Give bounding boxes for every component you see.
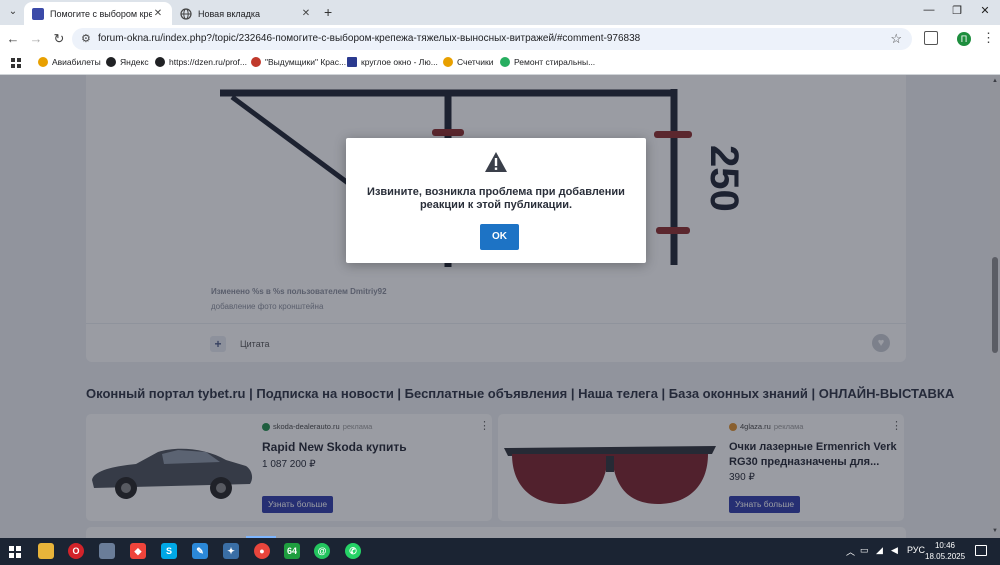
- notifications-icon[interactable]: [975, 545, 987, 556]
- photos-icon[interactable]: [99, 543, 115, 559]
- bookmark-label: https://dzen.ru/prof...: [169, 57, 247, 67]
- volume-icon[interactable]: ◀: [891, 545, 898, 556]
- aida64-icon[interactable]: 64: [284, 543, 300, 559]
- opera-icon[interactable]: O: [68, 543, 84, 559]
- plane-icon: [38, 57, 48, 67]
- address-bar[interactable]: ⚙ forum-okna.ru/index.php?/topic/232646-…: [72, 28, 912, 50]
- chrome-icon[interactable]: ●: [254, 543, 270, 559]
- network-icon[interactable]: ◢: [876, 545, 883, 556]
- bookmark-label: круглое окно - Лю...: [361, 57, 438, 67]
- windows-start-icon[interactable]: [9, 546, 21, 558]
- minimize-icon[interactable]: —: [914, 4, 944, 16]
- bookmark-krugloe-okno[interactable]: круглое окно - Лю...: [347, 57, 438, 67]
- tab-search-icon[interactable]: ⌄: [5, 4, 21, 20]
- whatsapp-icon[interactable]: ✆: [345, 543, 361, 559]
- dialog-message-line: Извините, возникла проблема при добавлен…: [367, 186, 625, 198]
- bookmark-vydumshchiki[interactable]: "Выдумщики" Крас...: [251, 57, 346, 67]
- active-app-indicator: [246, 536, 276, 538]
- tab-active[interactable]: Помогите с выбором крепежа ✕: [24, 2, 172, 25]
- bookmark-schetchiki[interactable]: Счетчики: [443, 57, 493, 67]
- yandex-icon: [106, 57, 116, 67]
- skype-icon[interactable]: S: [161, 543, 177, 559]
- extensions-icon[interactable]: [924, 31, 938, 45]
- bookmarks-bar: Авиабилеты Яндекс https://dzen.ru/prof..…: [0, 54, 1000, 75]
- site-info-icon[interactable]: ⚙: [81, 32, 91, 45]
- reload-icon[interactable]: ↻: [51, 31, 67, 47]
- bookmark-label: Ремонт стиральны...: [514, 57, 596, 67]
- tool-icon[interactable]: ✦: [223, 543, 239, 559]
- paint-icon[interactable]: ✎: [192, 543, 208, 559]
- bookmark-label: Яндекс: [120, 57, 149, 67]
- restore-icon[interactable]: ❐: [942, 4, 972, 17]
- bookmark-icon: [347, 57, 357, 67]
- apps-grid-icon[interactable]: [11, 58, 21, 68]
- counter-icon: [443, 57, 453, 67]
- clock-date: 18.05.2025: [925, 552, 966, 561]
- new-tab-icon[interactable]: +: [324, 4, 332, 20]
- vydumshchiki-icon: [251, 57, 261, 67]
- battery-icon[interactable]: ▭: [860, 545, 869, 556]
- bookmark-aviabilety[interactable]: Авиабилеты: [38, 57, 101, 67]
- bookmark-label: Авиабилеты: [52, 57, 101, 67]
- browser-toolbar: ← → ↻ ⚙ forum-okna.ru/index.php?/topic/2…: [0, 25, 1000, 54]
- tab-title: Новая вкладка: [198, 8, 261, 19]
- bookmark-dzen[interactable]: https://dzen.ru/prof...: [155, 57, 247, 67]
- bookmark-label: "Выдумщики" Крас...: [265, 57, 347, 67]
- close-tab-icon[interactable]: ✕: [152, 8, 164, 19]
- dzen-icon: [155, 57, 165, 67]
- bookmark-remont[interactable]: Ремонт стиральны...: [500, 57, 595, 67]
- clock-time: 10:46: [934, 541, 956, 550]
- anydesk-icon[interactable]: ◆: [130, 543, 146, 559]
- tab-strip: ⌄ Помогите с выбором крепежа ✕ Новая вкл…: [0, 0, 1000, 25]
- tray-expand-icon[interactable]: ︿: [846, 545, 855, 558]
- warning-icon: [485, 152, 507, 172]
- repair-icon: [500, 57, 510, 67]
- globe-icon: [180, 7, 192, 20]
- error-dialog: Извините, возникла проблема при добавлен…: [346, 138, 646, 263]
- bookmark-yandex[interactable]: Яндекс: [106, 57, 149, 67]
- ok-button[interactable]: OK: [480, 224, 519, 250]
- forum-favicon-icon: [32, 7, 44, 20]
- forward-icon[interactable]: →: [28, 31, 44, 47]
- close-tab-icon[interactable]: ✕: [300, 8, 312, 19]
- file-explorer-icon[interactable]: [38, 543, 54, 559]
- bookmark-label: Счетчики: [457, 57, 494, 67]
- tab-title: Помогите с выбором крепежа: [50, 8, 152, 19]
- language-indicator[interactable]: РУС: [907, 545, 925, 555]
- url-text[interactable]: forum-okna.ru/index.php?/topic/232646-по…: [98, 33, 640, 44]
- bookmark-star-icon[interactable]: ☆: [890, 31, 902, 47]
- close-window-icon[interactable]: ✕: [970, 4, 1000, 17]
- tab-new[interactable]: Новая вкладка ✕: [172, 2, 320, 25]
- dialog-message-line: реакции к этой публикации.: [419, 199, 573, 211]
- clock[interactable]: 10:46 18.05.2025: [925, 540, 965, 562]
- menu-kebab-icon[interactable]: ⋮: [982, 30, 995, 46]
- back-icon[interactable]: ←: [5, 31, 21, 47]
- messenger-icon[interactable]: @: [314, 543, 330, 559]
- profile-avatar[interactable]: П: [957, 32, 971, 46]
- dialog-message: Извините, возникла проблема при добавлен…: [366, 186, 626, 212]
- windows-taskbar: O ◆ S ✎ ✦ ● 64 @ ✆ ︿ ▭ ◢ ◀ РУС 10:46 18.…: [0, 538, 1000, 565]
